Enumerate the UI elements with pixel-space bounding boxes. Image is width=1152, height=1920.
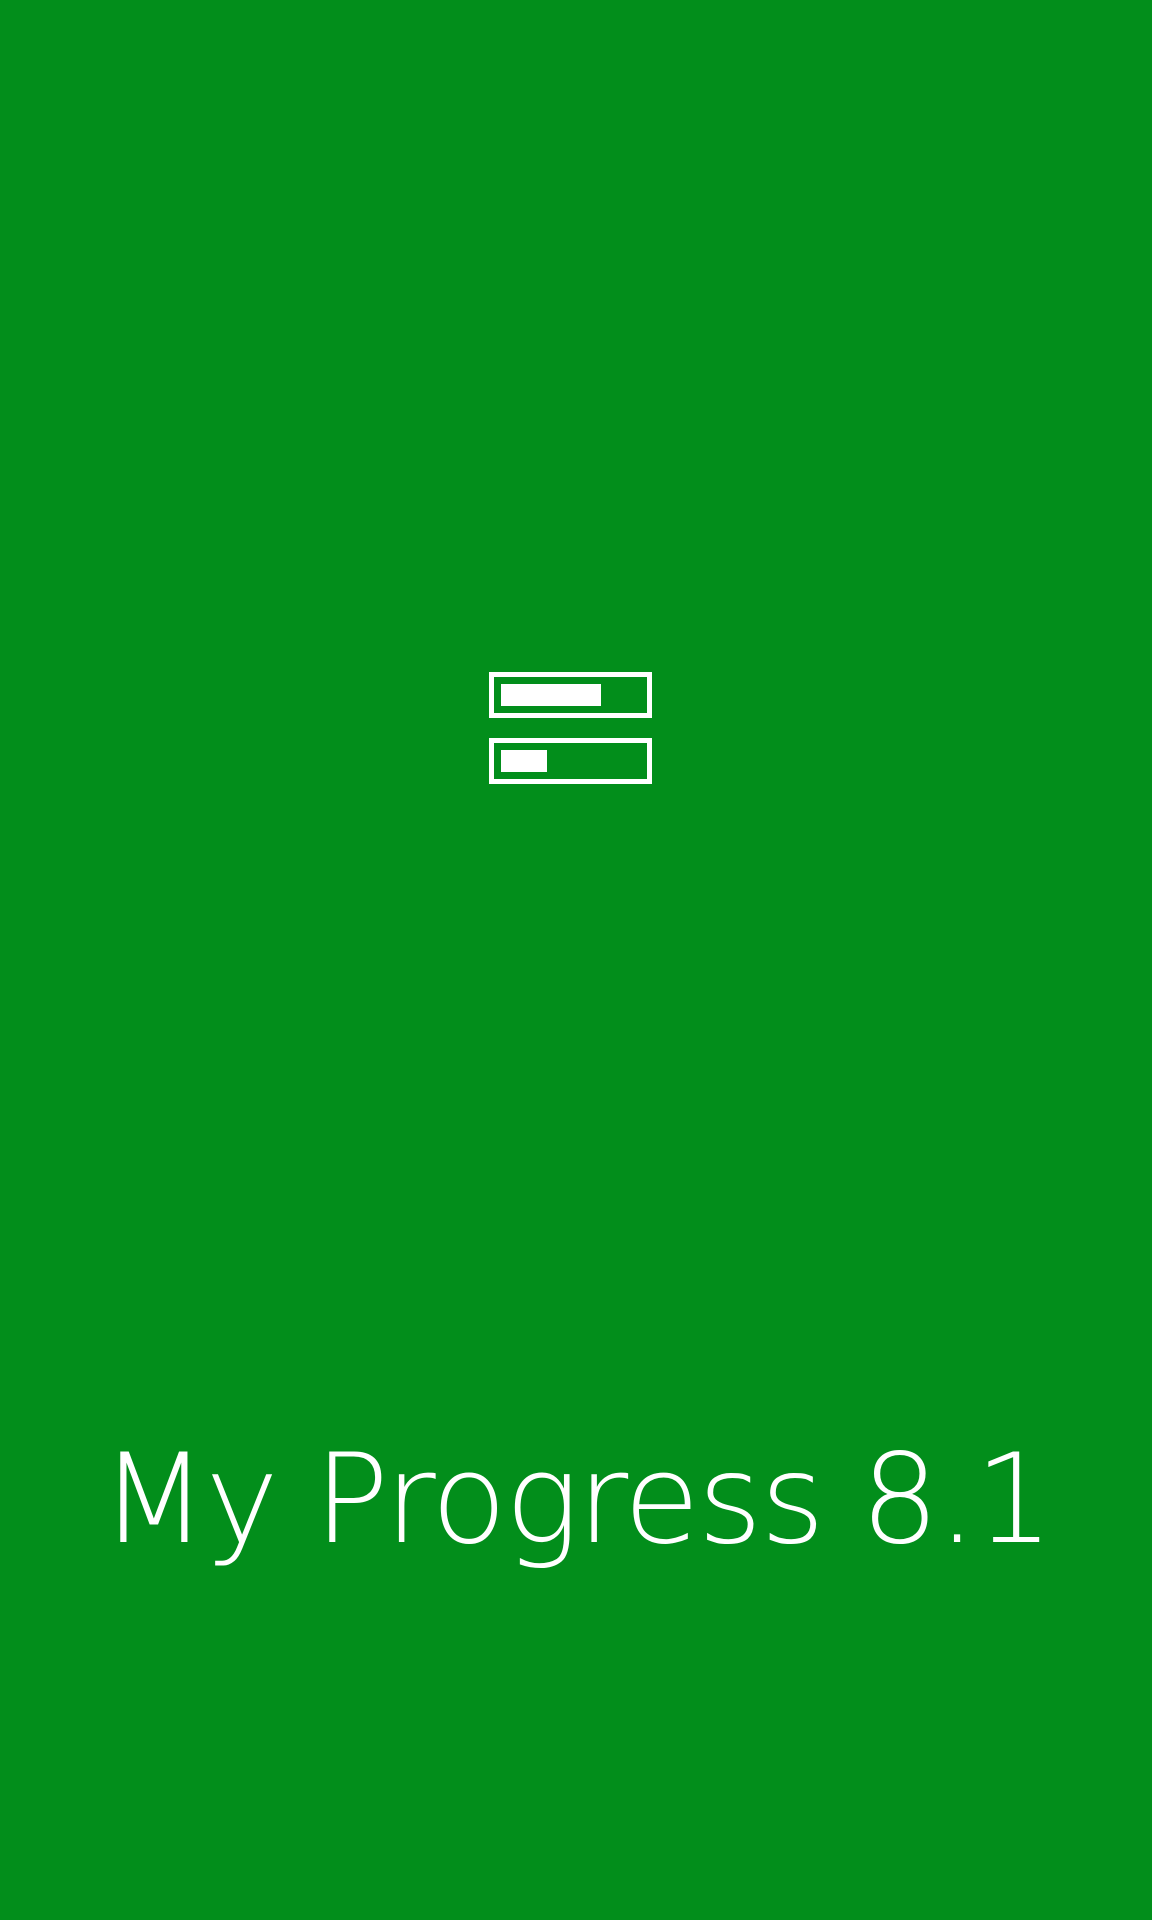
progress-bars-icon — [489, 672, 652, 784]
logo-bar-bottom-fill — [501, 750, 547, 772]
splash-screen: My Progress 8.1 — [0, 0, 1152, 1920]
logo-bar-top-fill — [501, 684, 601, 706]
logo-bar-top — [489, 672, 652, 718]
app-title: My Progress 8.1 — [100, 1428, 1053, 1572]
logo-bar-bottom — [489, 738, 652, 784]
